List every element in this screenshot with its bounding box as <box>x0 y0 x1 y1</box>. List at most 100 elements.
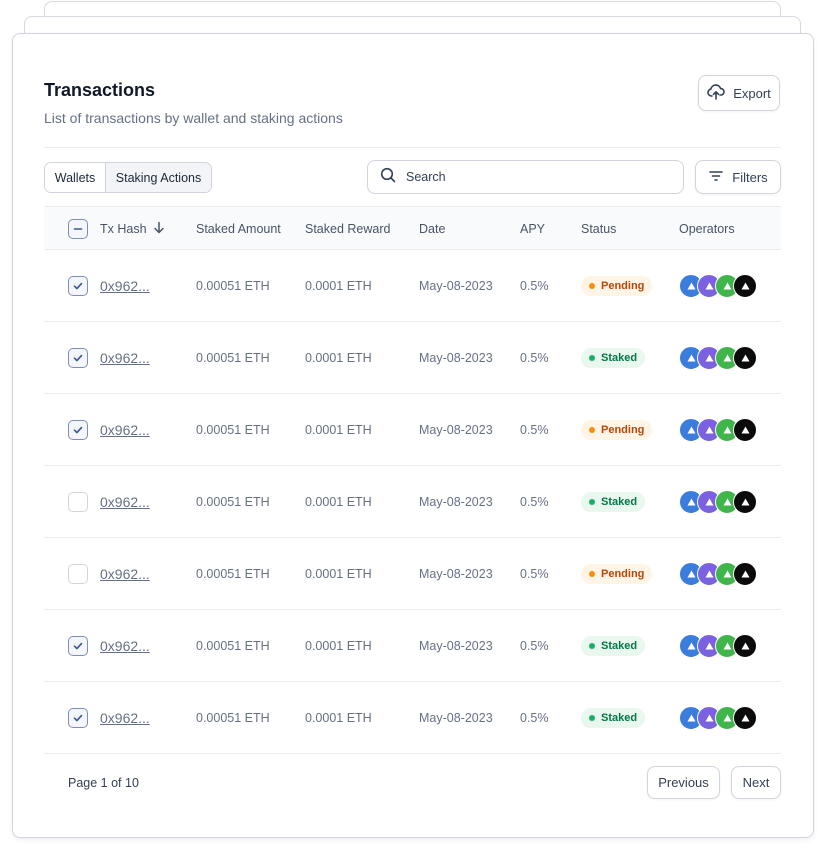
operator-avatars <box>679 345 757 370</box>
status-label: Staked <box>601 711 638 724</box>
column-tx-hash-label: Tx Hash <box>100 222 147 236</box>
status-label: Pending <box>601 567 645 580</box>
status-dot <box>589 282 595 289</box>
row-checkbox[interactable] <box>68 707 88 728</box>
triangle-icon <box>687 423 696 437</box>
view-toggle: Wallets Staking Actions <box>44 162 212 193</box>
search-input[interactable]: Search <box>367 160 684 194</box>
operator-avatar[interactable] <box>733 561 757 586</box>
operators-cell <box>679 610 757 681</box>
tx-hash-link[interactable]: 0x962... <box>100 710 150 726</box>
row-checkbox-cell <box>68 610 88 681</box>
status-label: Pending <box>601 279 645 292</box>
tx-hash-link[interactable]: 0x962... <box>100 638 150 654</box>
triangle-icon <box>705 711 714 725</box>
row-checkbox[interactable] <box>68 563 88 584</box>
next-button[interactable]: Next <box>731 766 781 799</box>
row-checkbox[interactable] <box>68 635 88 656</box>
tx-hash-link[interactable]: 0x962... <box>100 422 150 438</box>
row-checkbox[interactable] <box>68 419 88 440</box>
apy: 0.5% <box>520 422 549 437</box>
status-cell: Pending <box>581 394 653 465</box>
apy: 0.5% <box>520 494 549 509</box>
triangle-icon <box>687 495 696 509</box>
row-checkbox-cell <box>68 466 88 537</box>
date: May-08-2023 <box>419 710 493 725</box>
staked-reward: 0.0001 ETH <box>305 638 372 653</box>
operator-avatars <box>679 705 757 730</box>
status-label: Pending <box>601 423 645 436</box>
status-cell: Staked <box>581 466 646 537</box>
triangle-icon <box>705 639 714 653</box>
triangle-icon <box>723 567 732 581</box>
triangle-icon <box>723 639 732 653</box>
row-checkbox[interactable] <box>68 491 88 512</box>
tab-wallets[interactable]: Wallets <box>45 163 106 192</box>
status-dot <box>589 498 595 505</box>
previous-button[interactable]: Previous <box>647 766 720 799</box>
operator-avatars <box>679 273 757 298</box>
operator-avatar[interactable] <box>733 417 757 442</box>
date: May-08-2023 <box>419 638 493 653</box>
filters-button[interactable]: Filters <box>695 160 781 194</box>
triangle-icon <box>705 567 714 581</box>
operator-avatar[interactable] <box>733 345 757 370</box>
column-operators: Operators <box>679 222 735 236</box>
status-badge: Pending <box>581 275 653 296</box>
row-checkbox[interactable] <box>68 275 88 296</box>
status-cell: Staked <box>581 610 646 681</box>
tx-hash-link[interactable]: 0x962... <box>100 494 150 510</box>
triangle-icon <box>741 351 750 365</box>
triangle-icon <box>705 351 714 365</box>
apy: 0.5% <box>520 350 549 365</box>
status-badge: Staked <box>581 635 646 656</box>
operator-avatars <box>679 489 757 514</box>
apy: 0.5% <box>520 566 549 581</box>
status-badge: Pending <box>581 419 653 440</box>
operator-avatar[interactable] <box>733 633 757 658</box>
triangle-icon <box>723 423 732 437</box>
row-checkbox-cell <box>68 538 88 609</box>
row-checkbox-cell <box>68 250 88 321</box>
row-checkbox-cell <box>68 394 88 465</box>
column-staked-reward: Staked Reward <box>305 222 391 236</box>
select-all-checkbox[interactable] <box>68 219 88 239</box>
status-badge: Staked <box>581 491 646 512</box>
apy: 0.5% <box>520 278 549 293</box>
operator-avatar[interactable] <box>733 705 757 730</box>
operators-cell <box>679 538 757 609</box>
tx-hash-link[interactable]: 0x962... <box>100 566 150 582</box>
status-label: Staked <box>601 639 638 652</box>
tab-staking-actions[interactable]: Staking Actions <box>106 163 211 192</box>
operator-avatar[interactable] <box>733 489 757 514</box>
column-tx-hash[interactable]: Tx Hash <box>100 207 165 251</box>
tx-hash-link[interactable]: 0x962... <box>100 350 150 366</box>
export-button[interactable]: Export <box>698 75 780 111</box>
staked-amount: 0.00051 ETH <box>196 494 270 509</box>
triangle-icon <box>723 279 732 293</box>
tx-hash-link[interactable]: 0x962... <box>100 278 150 294</box>
operator-avatar[interactable] <box>733 273 757 298</box>
apy: 0.5% <box>520 710 549 725</box>
triangle-icon <box>723 351 732 365</box>
status-label: Staked <box>601 495 638 508</box>
date: May-08-2023 <box>419 422 493 437</box>
export-label: Export <box>733 85 771 101</box>
operator-avatars <box>679 633 757 658</box>
triangle-icon <box>741 495 750 509</box>
staked-reward: 0.0001 ETH <box>305 350 372 365</box>
page-info: Page 1 of 10 <box>68 776 139 790</box>
status-badge: Staked <box>581 707 646 728</box>
status-cell: Pending <box>581 538 653 609</box>
table-row: 0x962... 0.00051 ETH 0.0001 ETH May-08-2023… <box>44 466 781 538</box>
status-label: Staked <box>601 351 638 364</box>
date: May-08-2023 <box>419 350 493 365</box>
staked-reward: 0.0001 ETH <box>305 566 372 581</box>
staked-amount: 0.00051 ETH <box>196 566 270 581</box>
staked-amount: 0.00051 ETH <box>196 278 270 293</box>
transactions-card: Transactions List of transactions by wal… <box>12 33 814 838</box>
row-checkbox[interactable] <box>68 347 88 368</box>
tx-hash-cell: 0x962... <box>100 682 150 753</box>
tx-hash-cell: 0x962... <box>100 610 150 681</box>
table-row: 0x962... 0.00051 ETH 0.0001 ETH May-08-2023… <box>44 610 781 682</box>
